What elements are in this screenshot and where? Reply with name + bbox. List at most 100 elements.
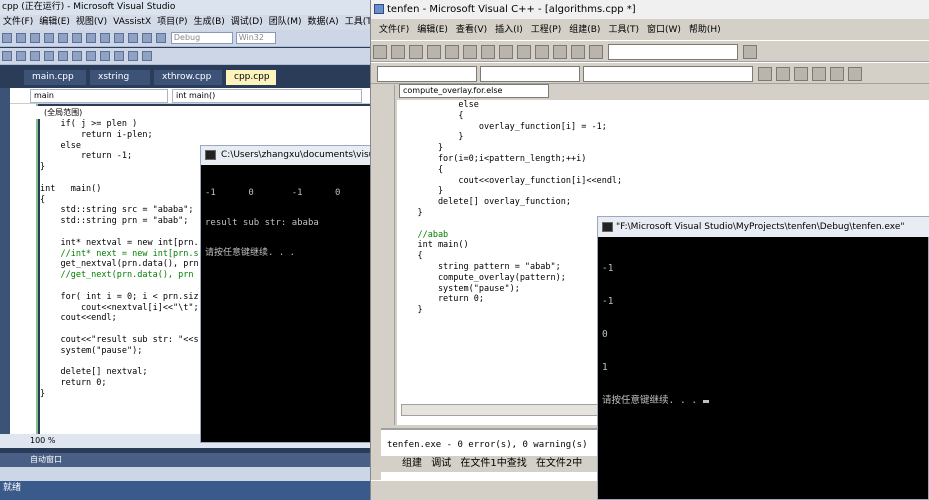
vs-menu-team[interactable]: 团队(M)	[266, 17, 305, 27]
breakpoint-icon[interactable]	[847, 67, 862, 81]
paste-icon[interactable]	[100, 33, 110, 43]
prev-bookmark-icon[interactable]	[114, 51, 124, 61]
vc-menu-help[interactable]: 帮助(H)	[685, 25, 725, 35]
tab-xstring[interactable]: xstring	[90, 70, 150, 85]
vc-title-bar: tenfen - Microsoft Visual C++ - [algorit…	[371, 0, 929, 19]
vs-menu-vassistx[interactable]: VAssistX	[110, 17, 154, 27]
member-combo[interactable]: int main()	[172, 89, 362, 103]
console1-line: 请按任意键继续. . .	[205, 248, 296, 258]
execute-icon[interactable]	[811, 67, 826, 81]
console2-line: 1	[602, 362, 608, 373]
console-window-1[interactable]: C:\Users\zhangxu\documents\visual -1 0 -…	[200, 145, 373, 443]
vc-menu-insert[interactable]: 插入(I)	[491, 25, 527, 35]
save-icon[interactable]	[409, 45, 423, 59]
vs-menu-bar: 文件(F) 编辑(E) 视图(V) VAssistX 项目(P) 生成(B) 调试(D) 团队…	[0, 15, 370, 30]
vc-code-line: }	[397, 186, 444, 197]
vc-menu-tools[interactable]: 工具(T)	[604, 25, 643, 35]
start-debug-icon[interactable]	[156, 33, 166, 43]
build-icon[interactable]	[775, 67, 790, 81]
paste-icon[interactable]	[481, 45, 495, 59]
vc-title: tenfen - Microsoft Visual C++ - [algorit…	[387, 4, 636, 15]
auto-window-header: 自动窗口	[0, 453, 370, 467]
vs-menu-data[interactable]: 数据(A)	[305, 17, 342, 27]
tab-debug[interactable]: 调试	[428, 458, 454, 469]
cut-icon[interactable]	[72, 33, 82, 43]
stop-build-icon[interactable]	[793, 67, 808, 81]
new-project-icon[interactable]	[2, 33, 12, 43]
compile-icon[interactable]	[757, 67, 772, 81]
navigate-back-icon[interactable]	[142, 33, 152, 43]
zoom-level[interactable]: 100 %	[30, 435, 55, 447]
vc-function-combo[interactable]: compute_overlay.for.else	[399, 84, 549, 98]
bookmark-icon[interactable]	[100, 51, 110, 61]
vc-menu-build[interactable]: 组建(B)	[565, 25, 604, 35]
tab-main-cpp[interactable]: main.cpp	[24, 70, 86, 85]
console1-output: -1 0 -1 0 result sub str: ababa 请按任意键继续.…	[205, 168, 369, 278]
undo-icon[interactable]	[114, 33, 124, 43]
vc-code-line: overlay_function[i] = -1;	[397, 121, 607, 132]
tab-cpp-cpp[interactable]: cpp.cpp	[226, 70, 276, 85]
add-item-icon[interactable]	[16, 33, 26, 43]
vs-menu-project[interactable]: 项目(P)	[154, 17, 190, 27]
platform-combo[interactable]: Win32	[235, 32, 276, 44]
step-into-icon[interactable]	[16, 51, 26, 61]
vs-menu-view[interactable]: 视图(V)	[73, 17, 110, 27]
vc-menu-view[interactable]: 查看(V)	[452, 25, 491, 35]
member-combo-value: int main()	[176, 91, 216, 100]
save-icon[interactable]	[44, 33, 54, 43]
vc-horizontal-scrollbar[interactable]	[401, 404, 601, 416]
vc-workspace-collapsed[interactable]	[371, 85, 395, 425]
step-out-icon[interactable]	[30, 51, 40, 61]
next-bookmark-icon[interactable]	[128, 51, 138, 61]
go-icon[interactable]	[829, 67, 844, 81]
open-icon[interactable]	[30, 33, 40, 43]
console2-line: 请按任意键继续. . .	[602, 395, 709, 406]
redo-icon[interactable]	[128, 33, 138, 43]
vs-menu-build[interactable]: 生成(B)	[191, 17, 228, 27]
tab-xthrow-cpp[interactable]: xthrow.cpp	[154, 70, 222, 85]
breakpoint-icon[interactable]	[58, 51, 68, 61]
cut-icon[interactable]	[445, 45, 459, 59]
clear-bookmarks-icon[interactable]	[142, 51, 152, 61]
members-combo[interactable]	[582, 66, 753, 82]
class-combo[interactable]	[377, 66, 477, 82]
solution-config-combo[interactable]: Debug	[170, 32, 233, 44]
comment-icon[interactable]	[72, 51, 82, 61]
vc-menu-project[interactable]: 工程(P)	[527, 25, 565, 35]
window-list-icon[interactable]	[571, 45, 585, 59]
tab-build[interactable]: 组建	[399, 458, 425, 469]
find-in-files-icon[interactable]	[589, 45, 603, 59]
vs-status-bar: 就绪	[0, 481, 370, 500]
vc-menu-edit[interactable]: 编辑(E)	[413, 25, 452, 35]
find-combo[interactable]	[607, 44, 738, 60]
vs-menu-tools[interactable]: 工具(T)	[342, 17, 370, 27]
console-window-2[interactable]: "F:\Microsoft Visual Studio\MyProjects\t…	[597, 216, 929, 500]
filter-combo[interactable]	[479, 66, 580, 82]
copy-icon[interactable]	[463, 45, 477, 59]
save-all-icon[interactable]	[58, 33, 68, 43]
new-file-icon[interactable]	[373, 45, 387, 59]
vs-code-line: return i-plen;	[40, 129, 153, 140]
undo-icon[interactable]	[499, 45, 513, 59]
open-icon[interactable]	[391, 45, 405, 59]
vs-menu-file[interactable]: 文件(F)	[0, 17, 36, 27]
find-icon[interactable]	[742, 45, 757, 59]
hex-icon[interactable]	[44, 51, 54, 61]
tab-find-in-files-2[interactable]: 在文件2中	[533, 458, 585, 469]
vc-menu-file[interactable]: 文件(F)	[375, 25, 413, 35]
vs-menu-edit[interactable]: 编辑(E)	[36, 17, 73, 27]
workspace-icon[interactable]	[535, 45, 549, 59]
redo-icon[interactable]	[517, 45, 531, 59]
save-all-icon[interactable]	[427, 45, 441, 59]
copy-icon[interactable]	[86, 33, 96, 43]
tab-main-cpp-label: main.cpp	[32, 72, 74, 82]
tab-find-in-files-1[interactable]: 在文件1中查找	[457, 458, 529, 469]
vs-menu-debug[interactable]: 调试(D)	[228, 17, 266, 27]
vc-menu-window[interactable]: 窗口(W)	[643, 25, 685, 35]
vs-document-tabs: main.cpp xstring xthrow.cpp cpp.cpp	[10, 70, 370, 85]
uncomment-icon[interactable]	[86, 51, 96, 61]
scope-combo[interactable]: main	[30, 89, 168, 103]
output-icon[interactable]	[553, 45, 567, 59]
scope-combo-value: main	[34, 91, 54, 100]
step-over-icon[interactable]	[2, 51, 12, 61]
